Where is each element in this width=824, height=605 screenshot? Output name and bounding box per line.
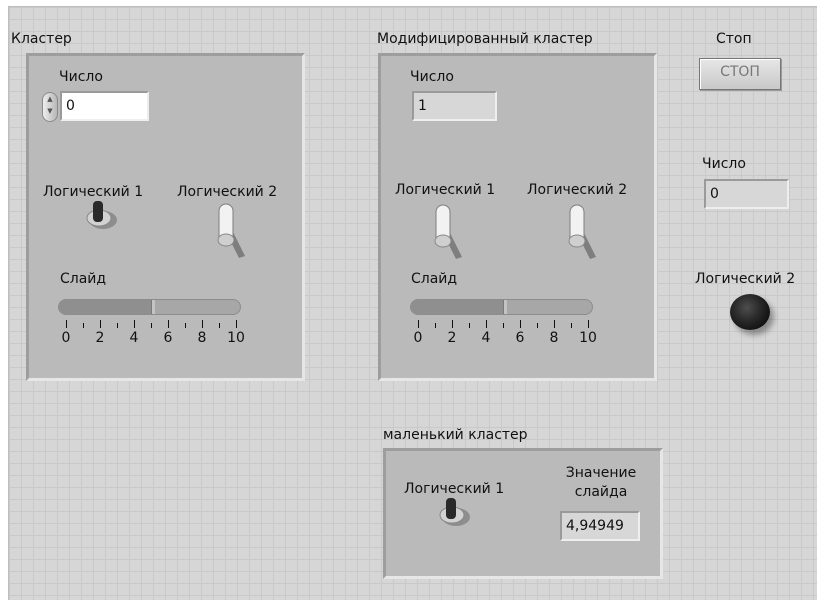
minor-tick (571, 323, 572, 328)
tick-label: 4 (481, 330, 491, 346)
major-tick (520, 320, 521, 328)
modified-cluster-title: Модифицированный кластер (377, 31, 593, 47)
modified-number-indicator: 1 (412, 91, 497, 121)
tick-label: 4 (129, 330, 139, 346)
cluster-title: Кластер (11, 31, 72, 47)
cluster-number-label: Число (59, 69, 103, 85)
major-tick (486, 320, 487, 328)
tick-label: 2 (447, 330, 457, 346)
tick-label: 0 (413, 330, 423, 346)
major-tick (100, 320, 101, 328)
modified-bool1-toggle (434, 204, 462, 259)
small-bool1-toggle (439, 498, 470, 526)
cluster-bool1-toggle[interactable] (79, 186, 123, 236)
bool2-led-indicator (730, 294, 770, 330)
number-indicator: 0 (704, 179, 789, 209)
minor-tick (219, 323, 220, 328)
major-tick (588, 320, 589, 328)
modified-bool1-label: Логический 1 (395, 182, 496, 198)
slide-value-label-line2: слайда (574, 484, 628, 500)
tick-label: 6 (515, 330, 525, 346)
modified-bool2-toggle (568, 204, 596, 259)
modified-cluster-frame: Число 1 Логический 1 Логический 2 Слайд … (378, 53, 657, 381)
minor-tick (469, 323, 470, 328)
slider-fill (411, 300, 504, 314)
cluster-slide-label: Слайд (60, 271, 107, 287)
tick-label: 8 (549, 330, 559, 346)
stop-label: Стоп (716, 31, 752, 47)
cluster-bool2-label: Логический 2 (177, 184, 278, 200)
major-tick (452, 320, 453, 328)
minor-tick (537, 323, 538, 328)
minor-tick (185, 323, 186, 328)
bool2-led-label: Логический 2 (695, 271, 796, 287)
modified-bool2-label: Логический 2 (527, 182, 628, 198)
modified-slide-scale: 0 2 4 6 8 10 (414, 320, 597, 360)
minor-tick (151, 323, 152, 328)
slider-fill (59, 300, 152, 314)
cluster-number-input[interactable]: 0 (60, 91, 149, 121)
small-cluster-title: маленький кластер (383, 427, 528, 443)
tick-label: 6 (163, 330, 173, 346)
toggle-base (217, 233, 235, 247)
tick-label: 2 (95, 330, 105, 346)
stop-button[interactable]: СТОП (699, 58, 781, 90)
major-tick (202, 320, 203, 328)
minor-tick (83, 323, 84, 328)
major-tick (418, 320, 419, 328)
cluster-slide-control[interactable] (58, 299, 241, 315)
tick-label: 0 (61, 330, 71, 346)
increment-decrement-icon[interactable]: ▲ ▼ (42, 92, 58, 122)
modified-slide-label: Слайд (411, 271, 458, 287)
major-tick (236, 320, 237, 328)
small-cluster-frame: Логический 1 Значение слайда 4,94949 (383, 448, 663, 579)
major-tick (66, 320, 67, 328)
major-tick (168, 320, 169, 328)
slide-value-label-line1: Значение (565, 465, 637, 481)
toggle-base (568, 234, 586, 248)
cluster-slide-scale: 0 2 4 6 8 10 (62, 320, 245, 360)
minor-tick (435, 323, 436, 328)
toggle-lever (446, 498, 456, 519)
tick-label: 10 (579, 330, 597, 346)
modified-number-label: Число (410, 69, 454, 85)
tick-label: 8 (197, 330, 207, 346)
toggle-lever (93, 201, 103, 222)
cluster-frame: Число ▲ ▼ 0 Логический 1 Логический 2 Сла… (26, 53, 305, 381)
tick-label: 10 (227, 330, 245, 346)
front-panel: Кластер Число ▲ ▼ 0 Логический 1 Логическ… (8, 6, 817, 600)
slide-value-indicator: 4,94949 (560, 511, 640, 541)
slider-thumb[interactable] (151, 300, 156, 314)
major-tick (134, 320, 135, 328)
toggle-base (434, 234, 452, 248)
minor-tick (117, 323, 118, 328)
cluster-bool2-toggle[interactable] (209, 200, 249, 270)
number-indicator-label: Число (702, 156, 746, 172)
slider-thumb (503, 300, 508, 314)
major-tick (554, 320, 555, 328)
minor-tick (503, 323, 504, 328)
modified-slide-indicator (410, 299, 593, 315)
